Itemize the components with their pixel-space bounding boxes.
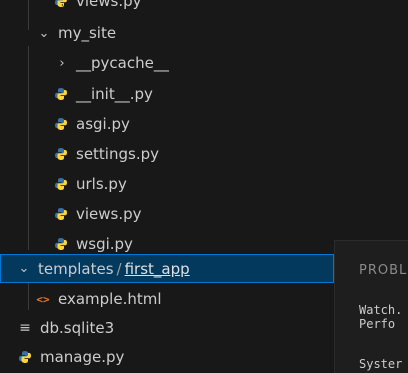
file-init-py[interactable]: __init__.py (0, 79, 334, 109)
python-icon (18, 350, 32, 364)
file-label: __init__.py (76, 85, 153, 103)
file-label: urls.py (76, 175, 127, 193)
file-settings-py[interactable]: settings.py (0, 139, 334, 169)
file-example-html[interactable]: <> example.html (0, 284, 334, 314)
list-icon: ≡ (19, 320, 31, 336)
folder-templates-first-app[interactable]: ⌄ templates / first_app (0, 254, 334, 283)
file-views-py-top[interactable]: views.py (0, 0, 334, 16)
html-icon: <> (36, 292, 50, 306)
chevron-down-icon: ⌄ (18, 261, 30, 276)
file-label: asgi.py (76, 115, 130, 133)
terminal-line: Watch. (359, 303, 403, 317)
file-label: db.sqlite3 (40, 319, 115, 337)
terminal-line: Perfo (359, 317, 396, 331)
python-icon (54, 117, 68, 131)
file-label: settings.py (76, 145, 159, 163)
file-label: views.py (76, 0, 142, 10)
python-icon (54, 207, 68, 221)
chevron-down-icon: ⌄ (38, 25, 50, 41)
python-icon (54, 177, 68, 191)
folder-label: my_site (58, 24, 117, 42)
python-icon (54, 0, 68, 8)
python-icon (54, 147, 68, 161)
file-label: views.py (76, 205, 142, 223)
path-separator: / (116, 259, 122, 278)
file-asgi-py[interactable]: asgi.py (0, 109, 334, 139)
folder-sublabel[interactable]: first_app (125, 260, 190, 278)
terminal-line: Syster (359, 357, 403, 371)
folder-label: __pycache__ (76, 54, 169, 72)
python-icon (54, 237, 68, 251)
folder-my-site[interactable]: ⌄ my_site (0, 18, 334, 48)
file-db-sqlite3[interactable]: ≡ db.sqlite3 (0, 313, 334, 343)
file-label: example.html (58, 290, 162, 308)
file-views-py[interactable]: views.py (0, 199, 334, 229)
file-label: manage.py (40, 348, 125, 366)
folder-pycache[interactable]: › __pycache__ (0, 48, 334, 78)
file-explorer: views.py ⌄ my_site › __pycache__ __init_… (0, 0, 334, 372)
python-icon (54, 87, 68, 101)
folder-label: templates (38, 259, 114, 278)
file-manage-py[interactable]: manage.py (0, 342, 334, 372)
tab-problems[interactable]: PROBL (359, 263, 407, 278)
file-urls-py[interactable]: urls.py (0, 169, 334, 199)
file-label: wsgi.py (76, 235, 133, 253)
chevron-right-icon: › (59, 55, 65, 71)
bottom-panel: PROBL Watch. Perfo Syster (334, 240, 408, 373)
